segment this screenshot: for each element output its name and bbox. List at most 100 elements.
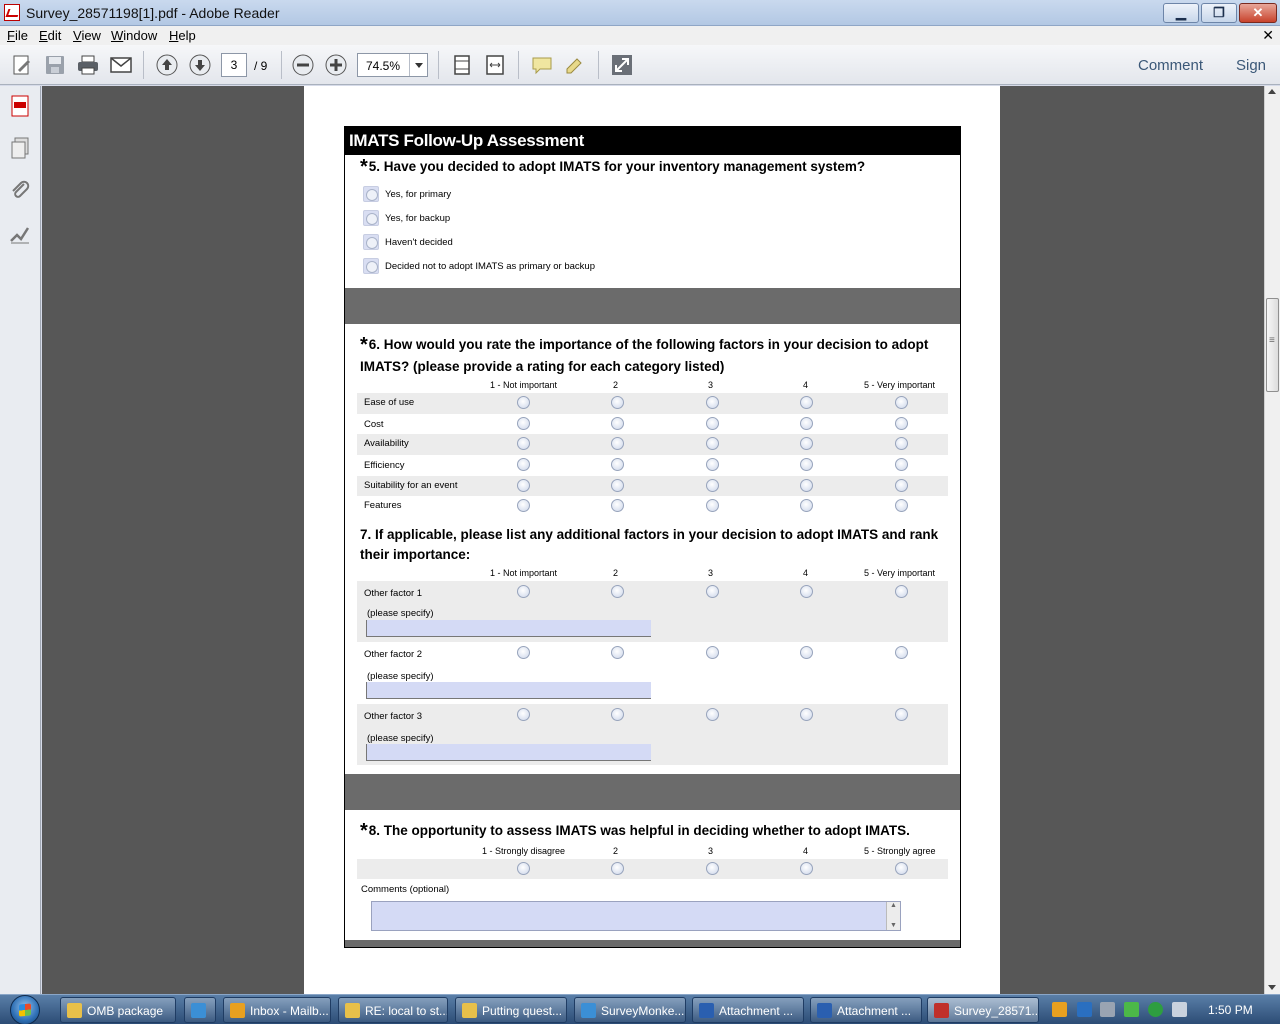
full-screen-icon[interactable] [610,53,634,77]
menu-file[interactable]: File [7,28,28,43]
rating-radio[interactable] [800,458,813,471]
rating-radio[interactable] [706,458,719,471]
sticky-note-icon[interactable] [530,53,554,77]
rating-radio[interactable] [706,499,719,512]
rating-radio[interactable] [517,585,530,598]
rating-radio[interactable] [895,708,908,721]
taskbar-item[interactable]: SurveyMonke... [574,997,686,1023]
next-page-icon[interactable] [188,53,212,77]
rating-radio[interactable] [517,396,530,409]
rating-radio[interactable] [895,585,908,598]
rating-radio[interactable] [611,458,624,471]
sign-link[interactable]: Sign [1236,57,1266,74]
rating-radio[interactable] [800,396,813,409]
chevron-down-icon[interactable] [409,54,427,76]
taskbar-item[interactable]: Attachment ... [810,997,922,1023]
outlook-tray-icon[interactable] [1052,1002,1067,1017]
comments-scrollbar[interactable] [886,902,900,930]
signatures-icon[interactable] [8,222,32,246]
rating-radio[interactable] [706,479,719,492]
comments-textarea[interactable] [371,901,901,931]
other-factor-3-input[interactable] [366,744,651,761]
rating-radio[interactable] [517,499,530,512]
agreement-radio[interactable] [706,862,719,875]
q5-radio-yes-backup[interactable] [363,210,379,226]
pdf-file-icon[interactable] [8,94,32,118]
taskbar-item[interactable]: RE: local to st... [338,997,448,1023]
rating-radio[interactable] [706,417,719,430]
close-button[interactable]: ✕ [1239,3,1277,23]
checkmark-tray-icon[interactable] [1124,1002,1139,1017]
rating-radio[interactable] [706,396,719,409]
taskbar-item[interactable]: Attachment ... [692,997,804,1023]
agreement-radio[interactable] [611,862,624,875]
rating-radio[interactable] [706,585,719,598]
rating-radio[interactable] [895,479,908,492]
taskbar-item[interactable]: Putting quest... [455,997,567,1023]
rating-radio[interactable] [517,708,530,721]
rating-radio[interactable] [800,437,813,450]
taskbar-item[interactable]: Survey_28571... [927,997,1039,1023]
rating-radio[interactable] [611,437,624,450]
comment-link[interactable]: Comment [1138,57,1203,74]
zoom-select[interactable]: 74.5% [357,53,428,77]
taskbar-item[interactable]: OMB package [60,997,176,1023]
scroll-down-icon[interactable] [1268,985,1276,990]
rating-radio[interactable] [611,396,624,409]
q5-radio-yes-primary[interactable] [363,186,379,202]
rating-radio[interactable] [611,499,624,512]
page-number-input[interactable]: 3 [221,53,247,77]
rating-radio[interactable] [706,437,719,450]
previous-page-icon[interactable] [155,53,179,77]
create-pdf-icon[interactable] [10,53,34,77]
volume-icon[interactable] [1172,1002,1187,1017]
rating-radio[interactable] [611,479,624,492]
rating-radio[interactable] [800,499,813,512]
rating-radio[interactable] [611,708,624,721]
rating-radio[interactable] [706,708,719,721]
save-icon[interactable] [43,53,67,77]
vertical-scrollbar[interactable] [1264,86,1280,994]
rating-radio[interactable] [800,646,813,659]
minimize-button[interactable]: ▁ [1163,3,1199,23]
fit-width-icon[interactable] [483,53,507,77]
rating-radio[interactable] [800,417,813,430]
rating-radio[interactable] [517,458,530,471]
q5-radio-decided-not[interactable] [363,258,379,274]
agreement-radio[interactable] [895,862,908,875]
scroll-thumb[interactable] [1266,298,1279,392]
rating-radio[interactable] [895,458,908,471]
menu-view[interactable]: View [73,28,101,43]
restore-button[interactable]: ❐ [1201,3,1237,23]
zoom-out-icon[interactable] [291,53,315,77]
q5-radio-havent-decided[interactable] [363,234,379,250]
rating-radio[interactable] [895,499,908,512]
other-factor-1-input[interactable] [366,620,651,637]
fit-page-icon[interactable] [450,53,474,77]
rating-radio[interactable] [611,646,624,659]
attachment-icon[interactable] [8,178,32,202]
taskbar-item[interactable]: Inbox - Mailb... [223,997,331,1023]
print-icon[interactable] [76,53,100,77]
arrow-tray-icon[interactable] [1100,1002,1115,1017]
rating-radio[interactable] [895,437,908,450]
rating-radio[interactable] [706,646,719,659]
email-icon[interactable] [109,53,133,77]
start-button[interactable] [6,995,48,1024]
rating-radio[interactable] [611,585,624,598]
clock[interactable]: 1:50 PM [1208,1003,1253,1017]
rating-radio[interactable] [800,585,813,598]
menu-help[interactable]: Help [169,28,196,43]
rating-radio[interactable] [895,417,908,430]
scroll-up-icon[interactable] [1268,89,1276,94]
pages-icon[interactable] [8,136,32,160]
rating-radio[interactable] [800,708,813,721]
highlight-icon[interactable] [563,53,587,77]
taskbar-item[interactable] [184,997,216,1023]
agreement-radio[interactable] [800,862,813,875]
zoom-in-icon[interactable] [324,53,348,77]
menu-edit[interactable]: Edit [39,28,61,43]
rating-radio[interactable] [895,646,908,659]
close-document-icon[interactable]: ✕ [1262,27,1274,44]
rating-radio[interactable] [517,646,530,659]
